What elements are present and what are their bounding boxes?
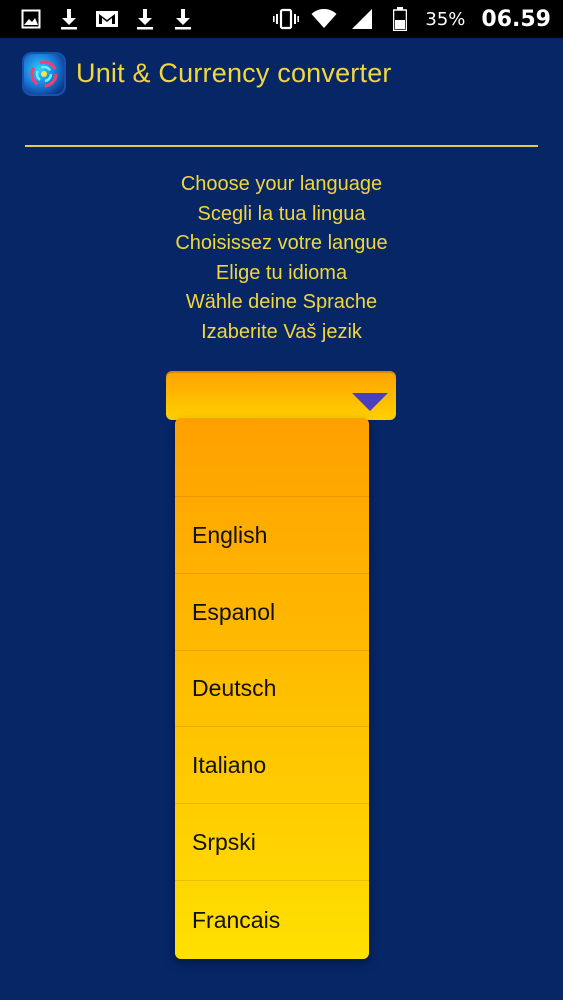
prompt-french: Choisissez votre langue <box>175 232 388 254</box>
app-title: Unit & Currency converter <box>76 58 392 88</box>
vibrate-icon <box>273 6 300 32</box>
wifi-icon <box>311 6 337 32</box>
language-prompts: Choose your language Scegli la tua lingu… <box>0 170 563 347</box>
dropdown-item-blank[interactable] <box>175 418 369 497</box>
dropdown-arrow-icon <box>352 393 388 411</box>
header-divider <box>25 145 538 147</box>
dropdown-item-srpski[interactable]: Srpski <box>175 804 369 881</box>
app-header: Unit & Currency converter <box>0 38 563 118</box>
app-logo-icon <box>22 52 66 96</box>
dropdown-item-english[interactable]: English <box>175 497 369 574</box>
battery-percent: 35% <box>425 8 466 30</box>
dropdown-item-label: Italiano <box>192 751 267 778</box>
prompt-italian: Scegli la tua lingua <box>197 202 366 225</box>
dropdown-item-label: Deutsch <box>192 675 277 701</box>
image-icon <box>18 6 44 32</box>
status-bar: 35% 06.59 <box>0 0 563 38</box>
download-icon <box>56 6 82 32</box>
prompt-english: Choose your language <box>180 173 383 195</box>
dropdown-item-deutsch[interactable]: Deutsch <box>175 651 369 727</box>
signal-icon <box>349 6 375 32</box>
dropdown-item-label: Srpski <box>192 828 256 855</box>
dropdown-item-label: Francais <box>192 906 281 933</box>
dropdown-item-espanol[interactable]: Espanol <box>175 574 369 651</box>
download-icon <box>170 6 196 32</box>
status-time: 06.59 <box>481 6 551 32</box>
status-right-icons: 35% 06.59 <box>273 6 551 32</box>
prompt-serbian: Izaberite Vaš jezik <box>201 320 362 343</box>
prompt-spanish: Elige tu idioma <box>215 261 348 284</box>
dropdown-item-italiano[interactable]: Italiano <box>175 727 369 804</box>
dropdown-item-label: English <box>192 521 268 548</box>
download-icon <box>132 6 158 32</box>
status-left-icons <box>18 6 196 32</box>
language-dropdown-list: English Espanol Deutsch Italiano Srpski … <box>175 418 369 959</box>
language-spinner[interactable] <box>166 371 396 420</box>
battery-icon <box>387 6 413 32</box>
dropdown-item-label: Espanol <box>192 598 276 625</box>
dropdown-item-francais[interactable]: Francais <box>175 881 369 959</box>
prompt-german: Wähle deine Sprache <box>185 291 378 313</box>
gmail-icon <box>94 6 120 32</box>
